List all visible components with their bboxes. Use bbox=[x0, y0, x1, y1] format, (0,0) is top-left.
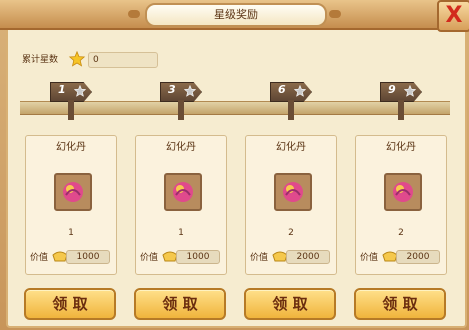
milestone-stars-required: 6 bbox=[278, 83, 286, 96]
reward-value: 1000 bbox=[66, 250, 110, 264]
milestone-stars-required: 3 bbox=[168, 83, 176, 96]
signpost-post bbox=[178, 100, 184, 120]
reward-item-slot[interactable] bbox=[54, 173, 92, 211]
transform-pill-icon bbox=[388, 177, 418, 207]
milestone-sign-3: 6 bbox=[270, 76, 318, 120]
milestone-stars-required: 1 bbox=[58, 83, 66, 96]
claim-button-3[interactable]: 领 取 bbox=[244, 288, 336, 320]
reward-name: 幻化丹 bbox=[386, 142, 416, 153]
reward-card-4: 幻化丹 2 价值 2000 bbox=[355, 135, 447, 275]
total-stars-value: 0 bbox=[88, 52, 158, 68]
title-ornament-left bbox=[128, 10, 140, 18]
reward-count: 2 bbox=[288, 228, 294, 238]
claim-button-4[interactable]: 领 取 bbox=[354, 288, 446, 320]
milestone-sign-1: 1 bbox=[50, 76, 98, 120]
star-icon bbox=[68, 50, 86, 67]
reward-count: 2 bbox=[398, 228, 404, 238]
reward-value: 1000 bbox=[176, 250, 220, 264]
reward-count: 1 bbox=[68, 228, 74, 238]
value-label: 价值 bbox=[360, 253, 379, 263]
reward-value-row: 价值 2000 bbox=[250, 248, 332, 264]
milestone-sign-2: 3 bbox=[160, 76, 208, 120]
star-outline-icon bbox=[73, 82, 87, 97]
value-label: 价值 bbox=[30, 253, 49, 263]
window-title: 星级奖励 bbox=[145, 3, 327, 27]
total-stars-label: 累计星数 bbox=[22, 55, 59, 65]
claim-button-1[interactable]: 领 取 bbox=[24, 288, 116, 320]
signpost-post bbox=[398, 100, 404, 120]
close-button[interactable]: X bbox=[437, 0, 469, 32]
milestone-stars-required: 9 bbox=[388, 83, 396, 96]
signpost-post bbox=[288, 100, 294, 120]
reward-name: 幻化丹 bbox=[166, 142, 196, 153]
reward-value-row: 价值 2000 bbox=[360, 248, 442, 264]
reward-name: 幻化丹 bbox=[56, 142, 86, 153]
reward-card-1: 幻化丹 1 价值 1000 bbox=[25, 135, 117, 275]
reward-item-slot[interactable] bbox=[384, 173, 422, 211]
star-outline-icon bbox=[293, 82, 307, 97]
reward-value: 2000 bbox=[396, 250, 440, 264]
transform-pill-icon bbox=[168, 177, 198, 207]
reward-card-3: 幻化丹 2 价值 2000 bbox=[245, 135, 337, 275]
reward-card-2: 幻化丹 1 价值 1000 bbox=[135, 135, 227, 275]
window-header: 星级奖励 X bbox=[0, 0, 469, 32]
reward-count: 1 bbox=[178, 228, 184, 238]
reward-value-row: 价值 1000 bbox=[30, 248, 112, 264]
value-label: 价值 bbox=[140, 253, 159, 263]
reward-name: 幻化丹 bbox=[276, 142, 306, 153]
claim-button-2[interactable]: 领 取 bbox=[134, 288, 226, 320]
star-outline-icon bbox=[403, 82, 417, 97]
title-ornament-right bbox=[329, 10, 341, 18]
value-label: 价值 bbox=[250, 253, 269, 263]
reward-item-slot[interactable] bbox=[274, 173, 312, 211]
reward-value: 2000 bbox=[286, 250, 330, 264]
milestone-sign-4: 9 bbox=[380, 76, 428, 120]
signpost-post bbox=[68, 100, 74, 120]
reward-value-row: 价值 1000 bbox=[140, 248, 222, 264]
transform-pill-icon bbox=[58, 177, 88, 207]
transform-pill-icon bbox=[278, 177, 308, 207]
star-outline-icon bbox=[183, 82, 197, 97]
reward-item-slot[interactable] bbox=[164, 173, 202, 211]
